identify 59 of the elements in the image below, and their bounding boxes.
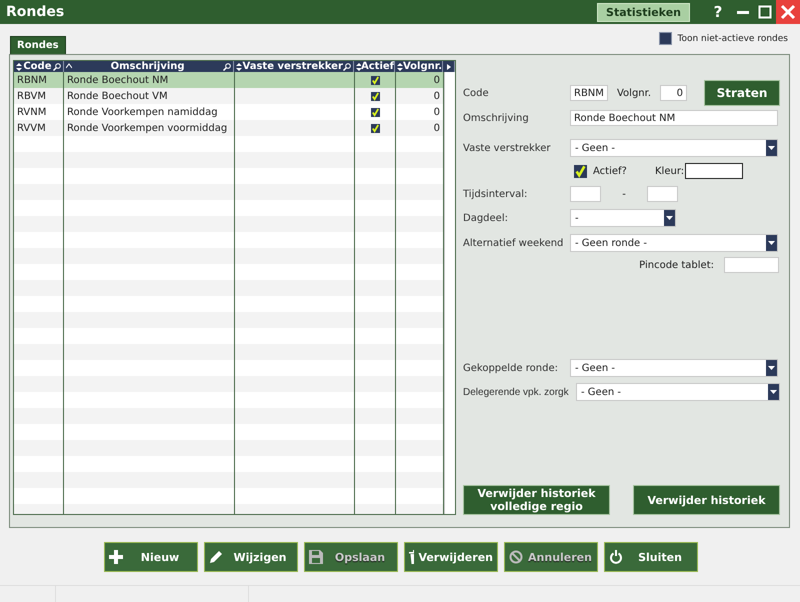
pencil-icon — [209, 550, 223, 564]
action-button[interactable]: Verwijderen — [404, 542, 498, 572]
table-cell: RBVM — [14, 88, 64, 104]
field-label: Code — [463, 88, 490, 98]
pincode-field[interactable] — [724, 257, 779, 273]
table-cell: RVVM — [14, 120, 64, 136]
field-label: Omschrijving — [463, 112, 530, 124]
search-icon[interactable] — [223, 62, 232, 70]
sort-icon[interactable] — [397, 62, 403, 70]
delegating-dropdown[interactable]: - Geen - — [576, 383, 780, 401]
plus-icon — [109, 550, 123, 564]
table-row[interactable]: RBVM Ronde Boechout VM 0 — [14, 88, 444, 104]
prohibited-icon — [509, 550, 523, 564]
time-to-field[interactable] — [647, 186, 678, 202]
supplier-dropdown[interactable]: - Geen - — [570, 139, 778, 157]
sort-icon[interactable] — [236, 62, 242, 70]
table-cell: Ronde Voorkempen voormiddag — [64, 120, 235, 136]
table-row[interactable]: RBNM Ronde Boechout NM 0 — [14, 72, 444, 88]
description-field[interactable]: Ronde Boechout NM — [570, 110, 778, 126]
field-label: Delegerende vpk. zorgk — [463, 386, 570, 398]
table-cell: Ronde Boechout VM — [64, 88, 235, 104]
checkbox[interactable] — [658, 32, 672, 45]
action-button[interactable]: Sluiten — [604, 542, 698, 572]
field-label: Alternatief weekend — [463, 238, 564, 248]
range-separator: - — [621, 188, 627, 200]
power-icon — [609, 550, 623, 564]
delete-history-region-button[interactable]: Verwijder historiek volledige regio — [463, 485, 610, 515]
action-button[interactable]: Wijzigen — [204, 542, 298, 572]
action-button[interactable]: Nieuw — [104, 542, 198, 572]
sort-icon[interactable] — [16, 62, 22, 70]
search-icon[interactable] — [52, 62, 61, 70]
help-button[interactable]: ? — [706, 3, 730, 21]
sort-icon[interactable] — [356, 62, 362, 70]
field-label: Tijdsinterval: — [463, 188, 528, 200]
field-label: Vaste verstrekker — [463, 142, 552, 154]
streets-button[interactable]: Straten — [704, 80, 780, 106]
daypart-dropdown[interactable]: - — [570, 209, 676, 227]
scroll-right-icon[interactable] — [446, 64, 451, 70]
code-field[interactable]: RBNM — [570, 85, 608, 101]
tab[interactable]: Rondes — [10, 36, 66, 54]
checkbox-label: Actief? — [593, 166, 628, 176]
field-label: Gekoppelde ronde: — [463, 362, 559, 374]
sort-ascending-icon[interactable] — [66, 62, 72, 70]
close-icon[interactable] — [776, 0, 800, 24]
field-label: Kleur: — [655, 166, 685, 176]
sequence-field[interactable]: 0 — [660, 85, 687, 101]
field-label: Pincode tablet: — [639, 260, 714, 270]
weekend-dropdown[interactable]: - Geen ronde - — [570, 234, 778, 252]
checkbox-label: Toon niet-actieve rondes — [678, 34, 788, 44]
field-label: Volgnr. — [616, 88, 652, 98]
delete-history-button[interactable]: Verwijder historiek — [633, 485, 780, 515]
table-row[interactable]: RVVM Ronde Voorkempen voormiddag 0 — [14, 120, 444, 136]
linked-round-dropdown[interactable]: - Geen - — [570, 359, 778, 377]
color-field[interactable] — [685, 163, 743, 179]
window-title: Rondes — [5, 4, 66, 20]
field-label: Dagdeel: — [463, 212, 509, 224]
statistics-button[interactable]: Statistieken — [597, 2, 690, 22]
time-from-field[interactable] — [570, 186, 601, 202]
search-icon[interactable] — [343, 62, 352, 70]
